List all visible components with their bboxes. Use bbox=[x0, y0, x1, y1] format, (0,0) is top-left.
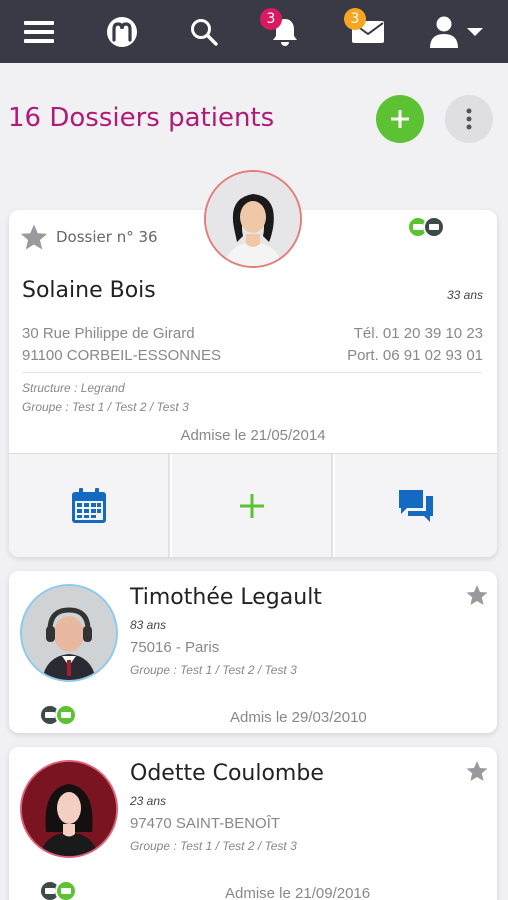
user-icon bbox=[430, 16, 458, 48]
notifications-button[interactable]: 3 bbox=[260, 0, 308, 63]
star-icon[interactable] bbox=[465, 583, 489, 607]
plus-icon bbox=[239, 493, 264, 518]
plus-icon bbox=[391, 110, 409, 128]
menu-button[interactable] bbox=[18, 0, 60, 63]
chevron-down-icon bbox=[467, 27, 483, 36]
search-button[interactable] bbox=[186, 0, 222, 63]
messages-button[interactable]: 3 bbox=[344, 0, 390, 63]
home-logo-button[interactable] bbox=[102, 0, 142, 63]
patient-avatar[interactable] bbox=[20, 584, 118, 682]
patient-name: Odette Coulombe bbox=[130, 761, 324, 786]
patient-card[interactable]: Odette Coulombe 23 ans 97470 SAINT-BENOÎ… bbox=[9, 747, 497, 900]
id-card-icon bbox=[423, 216, 445, 238]
phone-number[interactable]: Tél. 01 20 39 10 23 bbox=[354, 325, 483, 342]
admission-date: Admise le 21/09/2016 bbox=[225, 885, 371, 900]
add-patient-button[interactable] bbox=[376, 95, 424, 143]
patient-age: 83 ans bbox=[130, 618, 167, 632]
patient-age: 33 ans bbox=[446, 288, 483, 302]
more-options-button[interactable] bbox=[445, 95, 493, 143]
hamburger-menu-icon bbox=[24, 20, 54, 43]
groupe-label: Groupe : Test 1 / Test 2 / Test 3 bbox=[22, 400, 189, 414]
star-icon[interactable] bbox=[465, 759, 489, 783]
groupe-label: Groupe : Test 1 / Test 2 / Test 3 bbox=[130, 839, 297, 853]
app-logo-icon bbox=[107, 16, 137, 47]
user-menu-button[interactable] bbox=[424, 0, 488, 63]
patient-avatar[interactable] bbox=[20, 760, 118, 858]
top-app-bar: 3 3 bbox=[0, 0, 508, 63]
patient-name: Solaine Bois bbox=[22, 278, 156, 303]
document-status-icons bbox=[407, 216, 445, 238]
admission-date: Admise le 21/05/2014 bbox=[180, 427, 326, 444]
star-icon[interactable] bbox=[19, 222, 49, 252]
health-card-icon bbox=[55, 704, 77, 726]
patient-card[interactable]: Timothée Legault 83 ans 75016 - Paris Gr… bbox=[9, 571, 497, 733]
patient-city: 75016 - Paris bbox=[130, 639, 220, 656]
featured-patient-avatar[interactable] bbox=[204, 170, 302, 268]
chat-icon bbox=[399, 489, 433, 522]
more-vertical-icon bbox=[466, 108, 472, 130]
page-title: 16 Dossiers patients bbox=[8, 103, 275, 133]
patient-age: 23 ans bbox=[130, 794, 167, 808]
calendar-button[interactable] bbox=[9, 454, 170, 557]
patient-city: 97470 SAINT-BENOÎT bbox=[130, 815, 281, 832]
admission-date: Admis le 29/03/2010 bbox=[230, 709, 367, 726]
divider bbox=[22, 372, 482, 373]
mail-count-badge: 3 bbox=[344, 8, 366, 30]
patient-name: Timothée Legault bbox=[130, 585, 322, 610]
dossier-number: Dossier n° 36 bbox=[56, 228, 158, 246]
address-line1: 30 Rue Philippe de Girard bbox=[22, 325, 195, 342]
notification-count-badge: 3 bbox=[260, 8, 282, 30]
groupe-label: Groupe : Test 1 / Test 2 / Test 3 bbox=[130, 663, 297, 677]
calendar-icon bbox=[71, 487, 106, 523]
address-line2: 91100 CORBEIL-ESSONNES bbox=[22, 347, 221, 364]
mobile-number[interactable]: Port. 06 91 02 93 01 bbox=[347, 347, 483, 364]
structure-label: Structure : Legrand bbox=[22, 381, 125, 395]
document-status-icons bbox=[39, 704, 77, 726]
health-card-icon bbox=[55, 880, 77, 900]
search-icon bbox=[191, 18, 218, 46]
document-status-icons bbox=[39, 880, 77, 900]
card-actions bbox=[9, 453, 497, 557]
add-action-button[interactable] bbox=[172, 454, 333, 557]
messages-action-button[interactable] bbox=[335, 454, 497, 557]
page-header: 16 Dossiers patients bbox=[0, 63, 508, 173]
